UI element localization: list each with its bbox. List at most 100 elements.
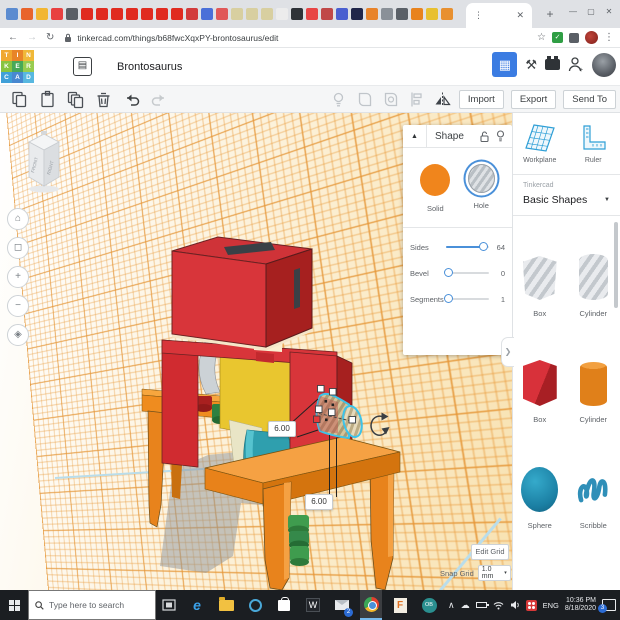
slider-thumb[interactable] — [479, 242, 488, 251]
language-indicator[interactable]: ENG — [543, 601, 559, 610]
dashboard-tiles-icon[interactable]: ▦ — [492, 52, 517, 77]
lock-icon[interactable] — [480, 131, 489, 142]
extension-icon[interactable] — [569, 33, 579, 43]
pinned-tab[interactable] — [141, 8, 153, 20]
new-tab-button[interactable]: + — [542, 6, 558, 22]
pinned-tab[interactable] — [66, 8, 78, 20]
design-title[interactable]: Brontosaurus — [117, 61, 182, 73]
w-app-icon[interactable]: W — [302, 590, 324, 620]
slider-track[interactable] — [446, 246, 489, 248]
redo-icon[interactable] — [150, 90, 169, 109]
pinned-tab[interactable] — [21, 8, 33, 20]
browser-menu-icon[interactable]: ⋮ — [604, 32, 614, 43]
url-field[interactable]: tinkercad.com/things/b68fwcXqxPY-brontos… — [64, 33, 537, 43]
active-tab[interactable]: ⋮ ✕ — [466, 3, 532, 28]
shape-library-sphere[interactable]: Sphere — [513, 438, 567, 544]
reload-icon[interactable]: ↻ — [46, 32, 54, 43]
file-explorer-icon[interactable] — [215, 590, 237, 620]
pinned-tab[interactable] — [111, 8, 123, 20]
clock[interactable]: 10:36 PM 8/18/2020 — [565, 597, 596, 614]
pinned-tab[interactable] — [411, 8, 423, 20]
chrome-icon[interactable] — [360, 590, 382, 620]
mail-icon[interactable]: 2 — [331, 590, 353, 620]
pinned-tab[interactable] — [231, 8, 243, 20]
rotate-handle-icon[interactable] — [371, 413, 389, 436]
onedrive-cloud-icon[interactable]: ☁ — [461, 600, 470, 611]
ruler-tool[interactable]: Ruler — [567, 113, 620, 174]
import-button[interactable]: Import — [459, 90, 504, 109]
shape-library-box[interactable]: Box — [513, 332, 567, 438]
slider-track[interactable] — [446, 272, 489, 274]
dimension-label[interactable]: 6.00 — [305, 494, 333, 510]
store-icon[interactable] — [273, 590, 295, 620]
notification-center-icon[interactable]: 3 — [602, 599, 616, 611]
sidebar-collapse-button[interactable]: ❯ — [501, 337, 514, 367]
f-app-icon[interactable]: F — [389, 590, 411, 620]
edit-grid-button[interactable]: Edit Grid — [471, 544, 509, 560]
duplicate-icon[interactable] — [66, 90, 85, 109]
add-person-icon[interactable]: + — [568, 56, 584, 73]
pinned-tab[interactable] — [51, 8, 63, 20]
tinkercad-logo[interactable]: TINKERCAD — [1, 50, 34, 83]
volume-icon[interactable] — [510, 600, 520, 610]
extension-check-icon[interactable]: ✓ — [552, 32, 563, 43]
show-all-icon[interactable] — [329, 90, 348, 109]
group-icon[interactable] — [355, 90, 374, 109]
pinned-tab[interactable] — [171, 8, 183, 20]
pinned-tab[interactable] — [321, 8, 333, 20]
remote-session-icon[interactable] — [526, 600, 537, 611]
pinned-tab[interactable] — [186, 8, 198, 20]
zoom-in-button[interactable]: + — [7, 266, 29, 288]
paste-icon[interactable] — [38, 90, 57, 109]
pinned-tab[interactable] — [291, 8, 303, 20]
start-button[interactable] — [0, 590, 28, 620]
pinned-tab[interactable] — [261, 8, 273, 20]
pinned-tab[interactable] — [381, 8, 393, 20]
pinned-tab[interactable] — [96, 8, 108, 20]
pinned-tab[interactable] — [336, 8, 348, 20]
url-text[interactable]: tinkercad.com/things/b68fwcXqxPY-brontos… — [77, 33, 278, 43]
send-to-button[interactable]: Send To — [563, 90, 616, 109]
pinned-tab[interactable] — [126, 8, 138, 20]
design-menu-button[interactable]: ▤ — [73, 57, 92, 76]
wifi-icon[interactable] — [493, 601, 504, 610]
solid-option[interactable]: Solid — [420, 164, 450, 213]
pinned-tab[interactable] — [36, 8, 48, 20]
minimize-icon[interactable]: — — [564, 0, 582, 26]
brick-icon[interactable] — [545, 59, 560, 70]
selected-hole-cylinder[interactable] — [317, 394, 365, 439]
collapse-panel-icon[interactable]: ▲ — [403, 125, 427, 148]
slider-sides[interactable]: Sides64 — [403, 234, 512, 260]
dimension-label[interactable]: 6.00 — [268, 421, 296, 437]
workplane-tool[interactable]: Workplane — [513, 113, 567, 174]
pinned-tab[interactable] — [441, 8, 453, 20]
hole-swatch-icon[interactable] — [468, 164, 495, 193]
zoom-out-button[interactable]: − — [7, 295, 29, 317]
hole-option[interactable]: Hole — [468, 164, 495, 213]
undo-icon[interactable] — [122, 90, 141, 109]
pinned-tab[interactable] — [216, 8, 228, 20]
bookmark-star-icon[interactable]: ☆ — [537, 32, 546, 43]
lightbulb-icon[interactable] — [496, 130, 505, 142]
hidden-icons-chevron[interactable]: ∧ — [448, 600, 455, 611]
battery-icon[interactable] — [476, 602, 487, 608]
perspective-toggle-button[interactable]: ◈ — [7, 324, 29, 346]
copy-icon[interactable] — [10, 90, 29, 109]
fit-view-button[interactable]: ◻ — [7, 237, 29, 259]
view-cube[interactable]: FRONT RIGHT — [24, 129, 68, 195]
slider-segments[interactable]: Segments1 — [403, 286, 512, 312]
pinned-tab[interactable] — [201, 8, 213, 20]
forward-icon[interactable]: → — [27, 32, 37, 43]
gallery-scrollbar[interactable] — [614, 222, 618, 308]
pinned-tab[interactable] — [396, 8, 408, 20]
task-view-icon[interactable] — [162, 599, 176, 611]
account-avatar[interactable] — [592, 53, 616, 77]
cortana-icon[interactable] — [244, 590, 266, 620]
slider-thumb[interactable] — [444, 294, 453, 303]
pinned-tab[interactable] — [6, 8, 18, 20]
tab-close-icon[interactable]: ✕ — [516, 10, 524, 21]
home-view-button[interactable]: ⌂ — [7, 208, 29, 230]
pinned-tab[interactable] — [426, 8, 438, 20]
pinned-tab[interactable] — [351, 8, 363, 20]
export-button[interactable]: Export — [511, 90, 556, 109]
